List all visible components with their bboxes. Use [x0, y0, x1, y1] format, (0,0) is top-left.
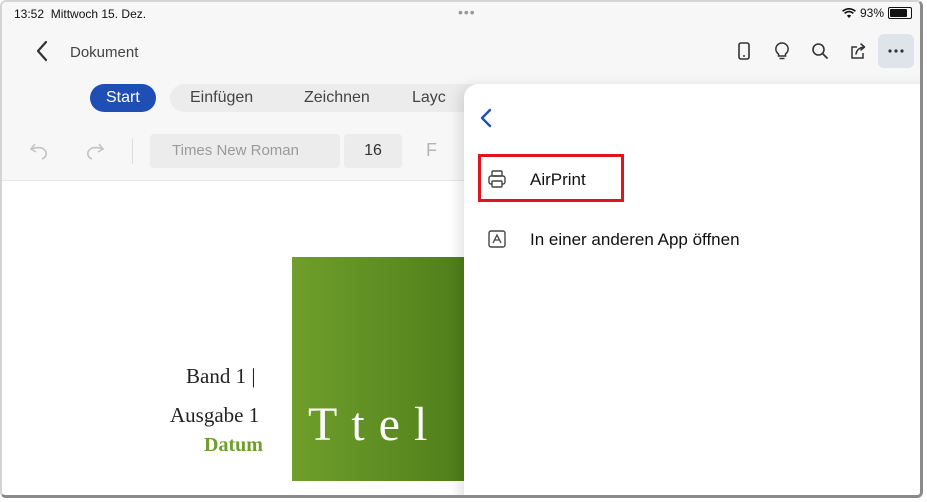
phone-icon	[738, 42, 750, 60]
nav-bar: Dokument	[2, 28, 920, 74]
more-menu-popover: AirPrint In einer anderen App öffnen	[464, 84, 920, 495]
share-icon	[851, 43, 866, 59]
undo-icon[interactable]	[28, 140, 52, 162]
back-icon[interactable]	[32, 38, 52, 64]
issue-band: Band 1 |	[186, 364, 256, 388]
tab-einfuegen[interactable]: Einfügen	[190, 84, 253, 112]
battery-icon	[888, 7, 912, 19]
more-icon	[888, 49, 904, 53]
lightbulb-icon	[775, 42, 789, 60]
issue-date: Datum	[204, 434, 263, 456]
status-indicators: 93%	[842, 6, 912, 20]
tab-start[interactable]: Start	[90, 84, 156, 112]
app-window: 13:52 Mittwoch 15. Dez. ••• 93% Dokument	[0, 0, 923, 498]
font-size-select[interactable]: 16	[344, 134, 402, 168]
cover-title: Ttel	[308, 398, 442, 451]
redo-icon[interactable]	[82, 140, 106, 162]
nav-actions	[724, 34, 914, 68]
battery-percent: 93%	[859, 6, 884, 20]
document-title: Dokument	[70, 44, 139, 61]
font-family-select[interactable]: Times New Roman	[150, 134, 340, 168]
cover-graphic: Ttel	[292, 257, 467, 481]
tab-zeichnen[interactable]: Zeichnen	[304, 84, 370, 112]
open-in-app-icon	[488, 230, 506, 248]
share-button[interactable]	[840, 34, 876, 68]
tab-layout[interactable]: Layc	[412, 84, 446, 112]
chevron-left-icon[interactable]	[478, 106, 494, 130]
more-button[interactable]	[878, 34, 914, 68]
status-bar: 13:52 Mittwoch 15. Dez. ••• 93%	[2, 2, 920, 28]
mobile-view-button[interactable]	[726, 34, 762, 68]
wifi-icon	[842, 7, 856, 18]
ideas-button[interactable]	[764, 34, 800, 68]
issue-number: Ausgabe 1	[170, 403, 260, 427]
search-button[interactable]	[802, 34, 838, 68]
menu-item-open-in-app[interactable]: In einer anderen App öffnen	[464, 218, 920, 262]
highlight-box	[478, 154, 624, 202]
toolbar-divider	[132, 138, 133, 164]
search-icon	[812, 43, 828, 59]
menu-label-open-in-app: In einer anderen App öffnen	[530, 230, 740, 249]
bold-button[interactable]: F	[426, 140, 437, 161]
multitasking-dots[interactable]: •••	[458, 4, 476, 20]
status-time: 13:52 Mittwoch 15. Dez.	[14, 7, 147, 21]
